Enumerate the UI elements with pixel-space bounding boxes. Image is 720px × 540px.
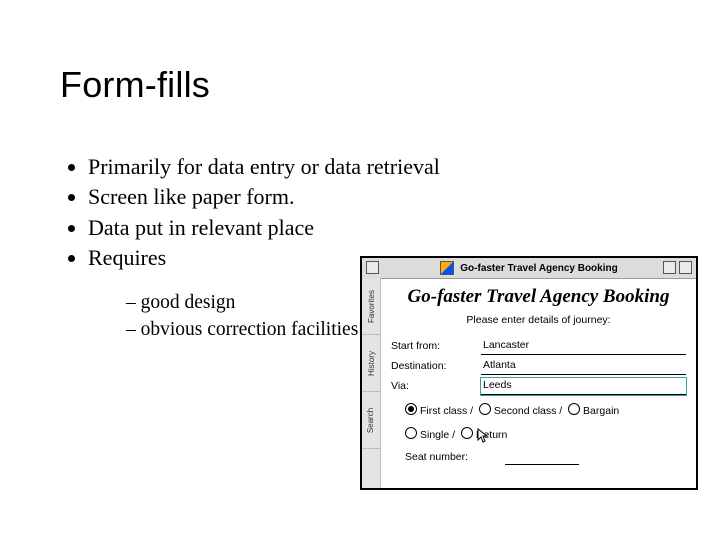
sidebar-tab-history[interactable]: History <box>362 335 380 392</box>
label-start-from: Start from: <box>391 340 481 352</box>
form-heading: Go-faster Travel Agency Booking <box>391 286 686 308</box>
sub-bullet-item: good design <box>126 290 358 317</box>
window-menu-button[interactable] <box>366 261 379 274</box>
label-seat-number: Seat number: <box>391 451 505 463</box>
window-titlebar: Go-faster Travel Agency Booking <box>362 258 696 279</box>
label-destination: Destination: <box>391 360 481 372</box>
window-minimize-button[interactable] <box>663 261 676 274</box>
window-title-text: Go-faster Travel Agency Booking <box>460 263 617 274</box>
radio-return[interactable] <box>461 427 473 439</box>
bullet-item: Data put in relevant place <box>88 213 440 243</box>
sub-bullet-item: obvious correction facilities <box>126 317 358 344</box>
form-subtitle: Please enter details of journey: <box>391 314 686 326</box>
form-body: Go-faster Travel Agency Booking Please e… <box>381 278 696 488</box>
radio-second-class[interactable] <box>479 403 491 415</box>
input-start-from[interactable]: Lancaster <box>481 338 686 355</box>
radio-first-class-label: First class <box>420 405 467 417</box>
bullet-item: Primarily for data entry or data retriev… <box>88 152 440 182</box>
radio-return-label: Return <box>476 429 508 441</box>
sidebar-tab-favorites[interactable]: Favorites <box>362 278 380 335</box>
input-destination[interactable]: Atlanta <box>481 358 686 375</box>
trip-radio-group: Single / Return <box>391 426 686 444</box>
sub-bullet-list: good design obvious correction facilitie… <box>102 290 358 344</box>
radio-bargain-label: Bargain <box>583 405 619 417</box>
class-radio-group: First class / Second class / Bargain <box>391 402 686 420</box>
radio-single-label: Single <box>420 429 449 441</box>
radio-single[interactable] <box>405 427 417 439</box>
app-icon <box>440 261 454 275</box>
slide-title: Form-fills <box>60 64 210 106</box>
sidebar-tab-search[interactable]: Search <box>362 392 380 449</box>
radio-bargain[interactable] <box>568 403 580 415</box>
bullet-item: Screen like paper form. <box>88 182 440 212</box>
form-window: Go-faster Travel Agency Booking Favorite… <box>360 256 698 490</box>
input-via[interactable]: Leeds <box>481 378 686 395</box>
slide: Form-fills Primarily for data entry or d… <box>0 0 720 540</box>
sidebar: Favorites History Search <box>362 278 381 488</box>
window-maximize-button[interactable] <box>679 261 692 274</box>
radio-second-class-label: Second class <box>494 405 556 417</box>
radio-first-class[interactable] <box>405 403 417 415</box>
label-via: Via: <box>391 380 481 392</box>
input-seat-number[interactable] <box>505 448 579 465</box>
